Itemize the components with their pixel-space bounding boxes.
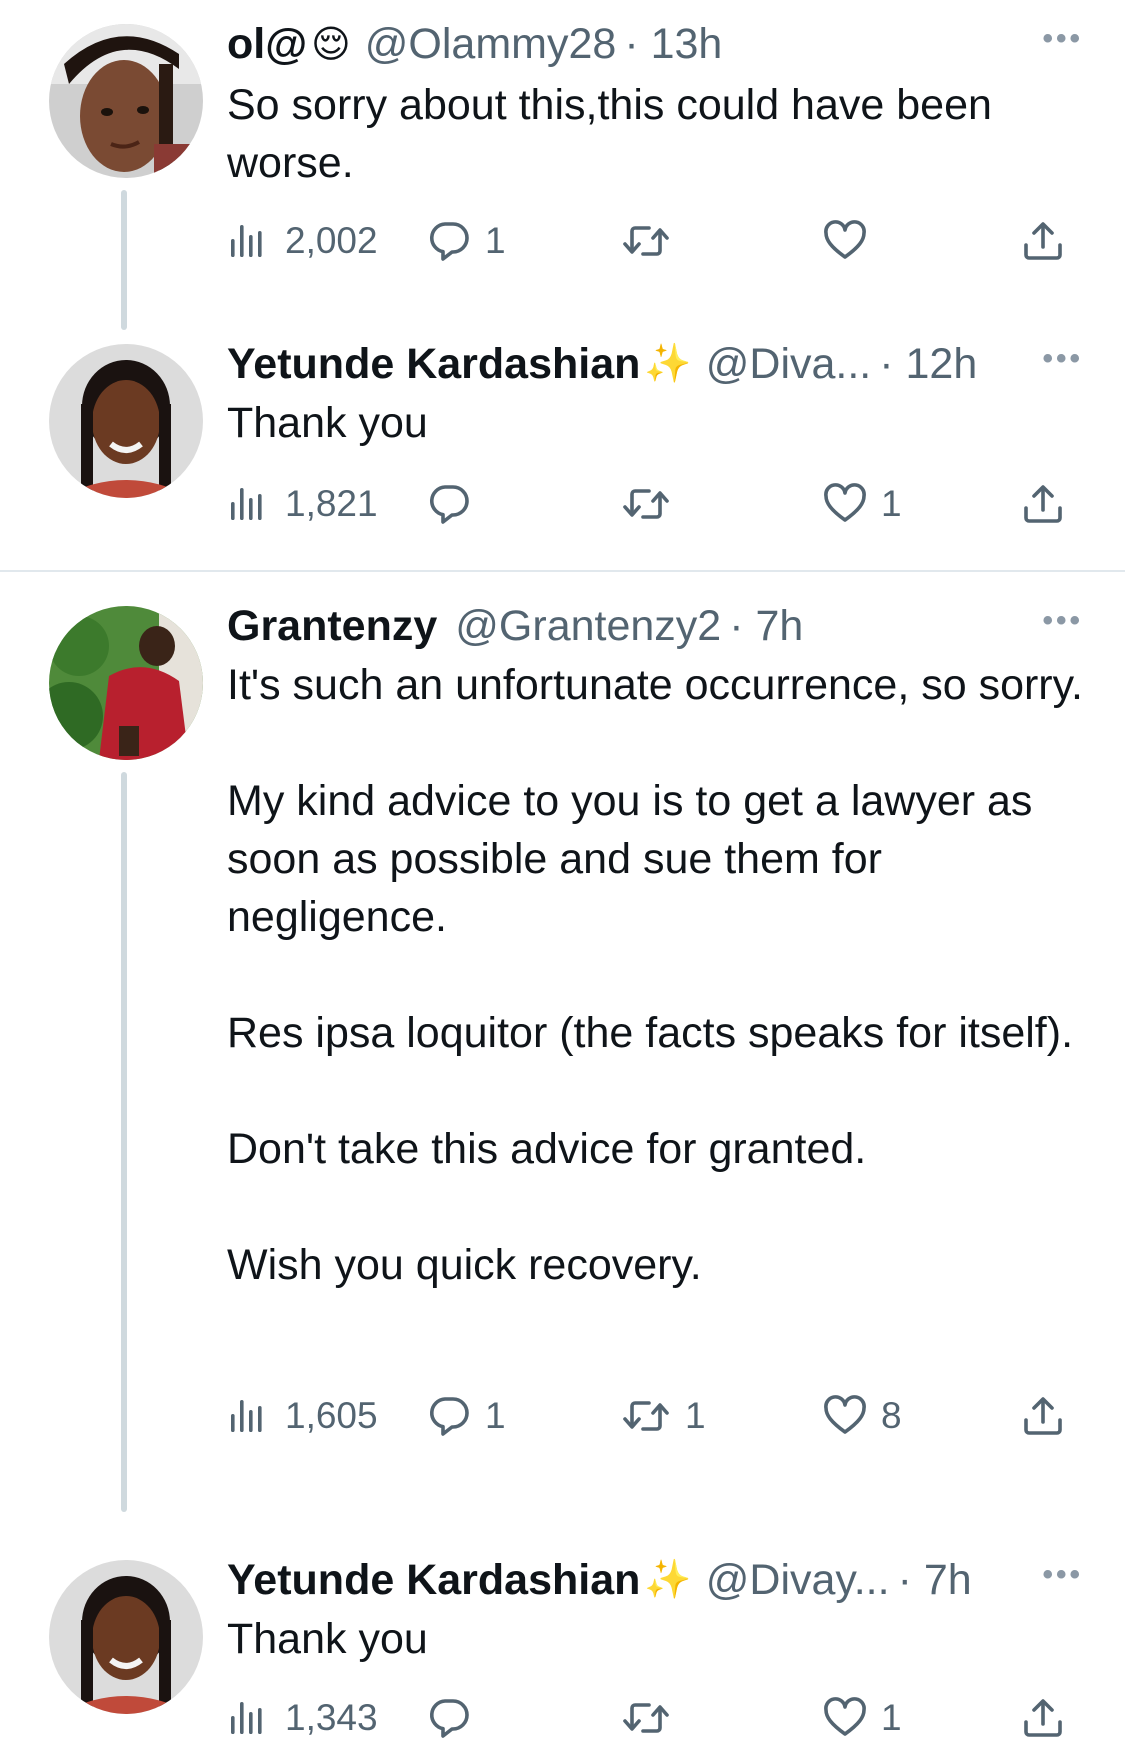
retweet-icon	[621, 1394, 671, 1438]
sparkles-emoji: ✨	[644, 343, 692, 385]
tweet[interactable]: Grantenzy @Grantenzy2 · 7h ••• It's such…	[0, 572, 1125, 1532]
tweet[interactable]: Yetunde Kardashian ✨ @Diva... · 12h ••• …	[0, 330, 1125, 570]
user-handle[interactable]: @Divay...	[706, 1556, 890, 1605]
retweet-icon	[621, 482, 671, 526]
tweet-header: Grantenzy @Grantenzy2 · 7h	[227, 598, 1095, 654]
reply-count: 1	[485, 220, 506, 261]
bar-chart-icon	[227, 219, 271, 263]
reply-button[interactable]	[427, 1688, 485, 1748]
views-button[interactable]: 1,821	[227, 474, 378, 534]
like-count: 1	[881, 1697, 902, 1738]
user-handle[interactable]: @Grantenzy2	[455, 602, 721, 651]
views-count: 2,002	[285, 220, 378, 261]
retweet-icon	[621, 1696, 671, 1740]
heart-icon	[823, 1696, 867, 1740]
display-name[interactable]: Yetunde Kardashian	[227, 340, 640, 389]
speech-bubble-icon	[427, 219, 471, 263]
action-bar: 2,002 1	[227, 211, 1077, 271]
share-button[interactable]	[1021, 474, 1065, 534]
more-options-icon[interactable]: •••	[1042, 22, 1083, 56]
share-icon	[1021, 1696, 1065, 1740]
heart-icon	[823, 1394, 867, 1438]
user-handle[interactable]: @Olammy28	[365, 20, 617, 69]
action-bar: 1,821 1	[227, 474, 1077, 534]
speech-bubble-icon	[427, 482, 471, 526]
bar-chart-icon	[227, 1394, 271, 1438]
display-name[interactable]: Grantenzy	[227, 602, 437, 651]
share-button[interactable]	[1021, 1688, 1065, 1748]
more-options-icon[interactable]: •••	[1042, 604, 1083, 638]
bar-chart-icon	[227, 482, 271, 526]
action-bar: 1,605 1 1 8	[227, 1386, 1077, 1446]
timestamp[interactable]: · 7h	[898, 1556, 972, 1605]
retweet-button[interactable]	[621, 211, 685, 271]
views-count: 1,605	[285, 1395, 378, 1436]
retweet-button[interactable]: 1	[621, 1386, 706, 1446]
display-name[interactable]: Yetunde Kardashian	[227, 1556, 640, 1605]
tweet[interactable]: Yetunde Kardashian ✨ @Divay... · 7h ••• …	[0, 1542, 1125, 1750]
reply-count: 1	[485, 1395, 506, 1436]
reply-button[interactable]	[427, 474, 485, 534]
more-options-icon[interactable]: •••	[1042, 342, 1083, 376]
thread-line	[121, 772, 127, 1512]
tweet-text: It's such an unfortunate occurrence, so …	[227, 661, 1083, 1289]
tweet-header: Yetunde Kardashian ✨ @Divay... · 7h	[227, 1552, 1095, 1608]
user-handle[interactable]: @Diva...	[706, 340, 872, 389]
avatar[interactable]	[49, 606, 203, 760]
timestamp[interactable]: · 7h	[729, 602, 803, 651]
like-count: 1	[881, 483, 902, 524]
like-button[interactable]	[823, 211, 881, 271]
avatar[interactable]	[49, 344, 203, 498]
action-bar: 1,343 1	[227, 1688, 1077, 1748]
views-count: 1,821	[285, 483, 378, 524]
like-button[interactable]: 1	[823, 1688, 902, 1748]
retweet-icon	[621, 219, 671, 263]
avatar[interactable]	[49, 24, 203, 178]
like-count: 8	[881, 1395, 902, 1436]
retweet-button[interactable]	[621, 474, 685, 534]
speech-bubble-icon	[427, 1696, 471, 1740]
tweet-text: Thank you	[227, 399, 428, 447]
tweet[interactable]: ol@ 😌 @Olammy28 · 13h ••• So sorry about…	[0, 0, 1125, 330]
tweet-text: So sorry about this,this could have been…	[227, 81, 1004, 187]
share-icon	[1021, 1394, 1065, 1438]
share-icon	[1021, 219, 1065, 263]
sparkles-emoji: ✨	[644, 1559, 692, 1601]
speech-bubble-icon	[427, 1394, 471, 1438]
retweet-count: 1	[685, 1395, 706, 1436]
views-button[interactable]: 1,343	[227, 1688, 378, 1748]
heart-icon	[823, 219, 867, 263]
timestamp[interactable]: · 13h	[624, 20, 722, 69]
bar-chart-icon	[227, 1696, 271, 1740]
tweet-header: ol@ 😌 @Olammy28 · 13h	[227, 16, 1095, 72]
thread-line	[121, 190, 127, 330]
timestamp[interactable]: · 12h	[879, 340, 977, 389]
views-button[interactable]: 2,002	[227, 211, 378, 271]
tweet-text: Thank you	[227, 1615, 428, 1663]
views-button[interactable]: 1,605	[227, 1386, 378, 1446]
share-button[interactable]	[1021, 211, 1065, 271]
heart-icon	[823, 482, 867, 526]
share-icon	[1021, 482, 1065, 526]
avatar[interactable]	[49, 1560, 203, 1714]
views-count: 1,343	[285, 1697, 378, 1738]
more-options-icon[interactable]: •••	[1042, 1558, 1083, 1592]
share-button[interactable]	[1021, 1386, 1065, 1446]
like-button[interactable]: 1	[823, 474, 902, 534]
like-button[interactable]: 8	[823, 1386, 902, 1446]
tweet-header: Yetunde Kardashian ✨ @Diva... · 12h	[227, 336, 1095, 392]
reply-button[interactable]: 1	[427, 211, 506, 271]
relieved-face-emoji: 😌	[311, 23, 351, 66]
reply-button[interactable]: 1	[427, 1386, 506, 1446]
retweet-button[interactable]	[621, 1688, 685, 1748]
display-name[interactable]: ol@	[227, 20, 307, 69]
